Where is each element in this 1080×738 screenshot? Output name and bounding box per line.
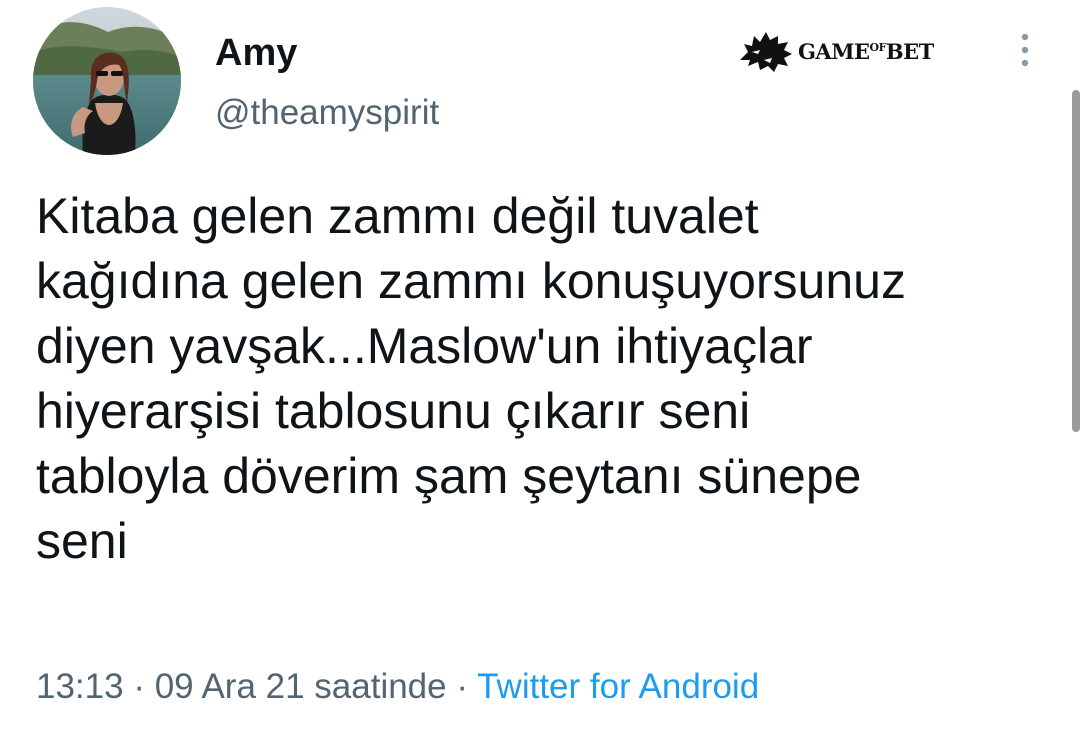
tweet-text: Kitaba gelen zammı değil tuvalet kağıdın… xyxy=(36,184,1066,574)
avatar[interactable] xyxy=(33,7,181,155)
tweet-date[interactable]: 09 Ara 21 saatinde xyxy=(155,667,447,706)
watermark-text-main-2: BET xyxy=(885,38,934,64)
tweet-text-line: hiyerarşisi tablosunu çıkarır seni xyxy=(36,383,751,439)
wolf-head-icon xyxy=(740,32,792,72)
tweet-metadata: 13:13 · 09 Ara 21 saatinde · Twitter for… xyxy=(36,664,759,710)
tweet-text-line: kağıdına gelen zammı konuşuyorsunuz xyxy=(36,253,906,309)
author-display-name[interactable]: Amy xyxy=(215,28,297,78)
meta-separator: · xyxy=(133,667,145,706)
tweet-text-line: diyen yavşak...Maslow'un ihtiyaçlar xyxy=(36,318,813,374)
tweet-text-line: tabloyla döverim şam şeytanı sünepe xyxy=(36,448,862,504)
tweet-time[interactable]: 13:13 xyxy=(36,667,124,706)
author-handle[interactable]: @theamyspirit xyxy=(215,90,439,136)
watermark-text-small: OF xyxy=(869,40,886,54)
watermark: GAMEOFBET xyxy=(738,28,934,74)
watermark-text: GAMEOFBET xyxy=(798,39,934,64)
tweet-text-line: Kitaba gelen zammı değil tuvalet xyxy=(36,188,759,244)
tweet-text-line: seni xyxy=(36,513,128,569)
watermark-text-main-1: GAME xyxy=(798,38,870,64)
profile-photo xyxy=(33,7,181,155)
tweet-source-link[interactable]: Twitter for Android xyxy=(477,667,759,706)
meta-separator: · xyxy=(456,667,469,706)
scrollbar[interactable] xyxy=(1072,90,1080,432)
more-options-button[interactable] xyxy=(1005,30,1045,70)
vertical-ellipsis-icon xyxy=(1021,33,1029,67)
